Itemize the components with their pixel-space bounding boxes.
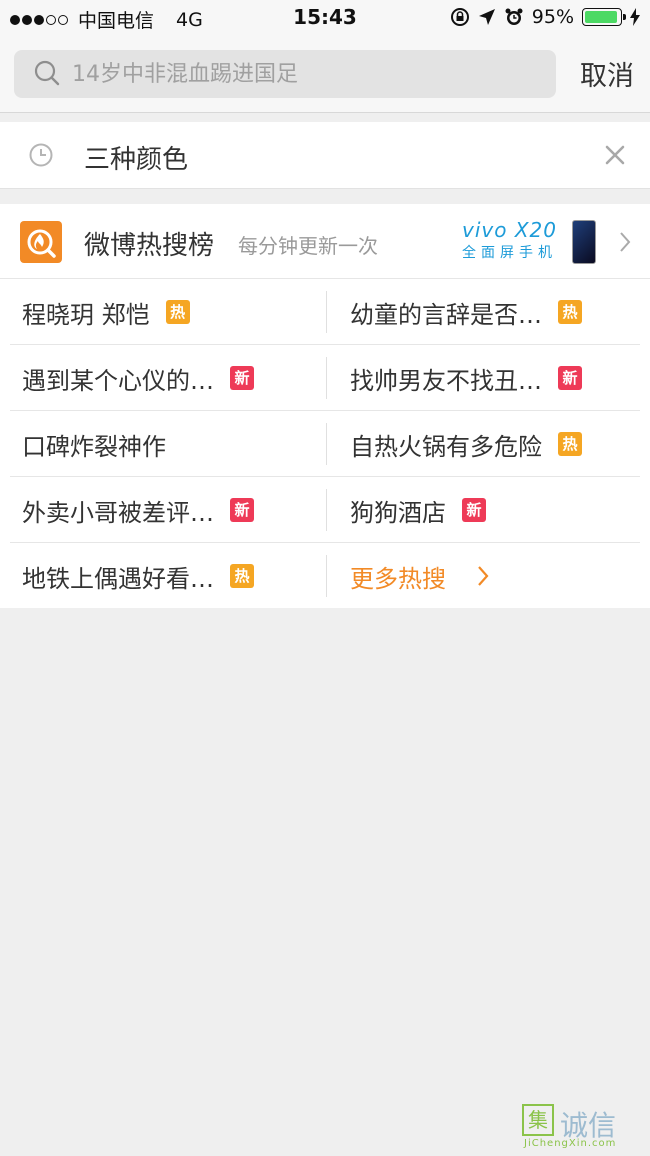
chevron-right-icon: [478, 566, 489, 586]
hot-search-logo-icon: [20, 221, 62, 263]
history-item[interactable]: 三种颜色: [0, 122, 650, 189]
close-icon[interactable]: [604, 144, 626, 166]
hot-row: 程晓玥 郑恺 热 幼童的言辞是否… 热: [0, 279, 650, 345]
battery-fill: [585, 11, 618, 23]
status-right: 95%: [450, 6, 640, 28]
battery-percent: 95%: [531, 6, 574, 28]
rotation-lock-icon: [450, 8, 469, 26]
hot-item-text: 狗狗酒店: [350, 498, 446, 527]
hot-badge: 热: [558, 432, 582, 456]
hot-search-panel: 微博热搜榜 每分钟更新一次 vivo X20 全面屏手机 程晓玥 郑恺 热 幼童…: [0, 204, 650, 608]
hot-search-title: 微博热搜榜: [84, 231, 215, 261]
charging-icon: [630, 8, 640, 26]
hot-row: 地铁上偶遇好看… 热 更多热搜: [0, 543, 650, 609]
more-hot-search-link[interactable]: 更多热搜: [350, 543, 490, 609]
watermark-logo-icon: 集: [522, 1104, 554, 1136]
hot-row: 口碑炸裂神作 自热火锅有多危险 热: [0, 411, 650, 477]
hot-item-text: 口碑炸裂神作: [22, 432, 166, 461]
history-item-text: 三种颜色: [84, 145, 189, 175]
hot-badge: 热: [230, 564, 254, 588]
new-badge: 新: [230, 366, 254, 390]
watermark-url: JiChengXin.com: [524, 1138, 617, 1149]
hot-item-text: 幼童的言辞是否…: [350, 300, 542, 329]
more-hot-search-label: 更多热搜: [350, 564, 446, 593]
clock-icon: [29, 143, 53, 167]
hot-item-text: 地铁上偶遇好看…: [22, 564, 214, 593]
hot-item-text: 外卖小哥被差评…: [22, 498, 214, 527]
hot-item-text: 遇到某个心仪的…: [22, 366, 214, 395]
hot-item[interactable]: 找帅男友不找丑… 新: [350, 345, 582, 411]
hot-item[interactable]: 自热火锅有多危险 热: [350, 411, 582, 477]
hot-item[interactable]: 外卖小哥被差评… 新: [22, 477, 254, 543]
hot-item[interactable]: 遇到某个心仪的… 新: [22, 345, 254, 411]
hot-search-header[interactable]: 微博热搜榜 每分钟更新一次 vivo X20 全面屏手机: [0, 204, 650, 279]
search-box[interactable]: [14, 50, 556, 98]
hot-item[interactable]: 程晓玥 郑恺 热: [22, 279, 190, 345]
hot-item-text: 找帅男友不找丑…: [350, 366, 542, 395]
cancel-button[interactable]: 取消: [580, 54, 634, 93]
hot-row: 外卖小哥被差评… 新 狗狗酒店 新: [0, 477, 650, 543]
ad-phone-image: [572, 220, 596, 264]
hot-item-text: 自热火锅有多危险: [350, 432, 542, 461]
watermark: 集 诚信 JiChengXin.com: [522, 1104, 640, 1150]
new-badge: 新: [558, 366, 582, 390]
ad-tagline: 全面屏手机: [462, 245, 557, 261]
chevron-right-icon[interactable]: [618, 231, 632, 253]
ad-brand: vivo X20: [462, 218, 557, 242]
hot-badge: 热: [165, 300, 190, 324]
hot-item[interactable]: 幼童的言辞是否… 热: [350, 279, 582, 345]
status-bar: 中国电信 4G 15:43 95%: [0, 0, 650, 36]
vivo-ad-banner[interactable]: vivo X20 全面屏手机: [460, 218, 600, 266]
new-badge: 新: [230, 498, 254, 522]
battery-icon: [582, 8, 626, 26]
alarm-icon: [505, 8, 523, 25]
hot-item[interactable]: 狗狗酒店 新: [350, 477, 486, 543]
hot-search-list: 程晓玥 郑恺 热 幼童的言辞是否… 热 遇到某个心仪的… 新 找帅男友不找丑… …: [0, 279, 650, 609]
search-icon: [34, 60, 60, 86]
location-icon: [478, 9, 495, 25]
hot-item[interactable]: 口碑炸裂神作: [22, 411, 166, 477]
search-input[interactable]: [70, 60, 534, 88]
hot-item-text: 程晓玥 郑恺: [22, 300, 150, 329]
search-header: 取消: [0, 36, 650, 113]
new-badge: 新: [462, 498, 486, 522]
hot-item[interactable]: 地铁上偶遇好看… 热: [22, 543, 254, 609]
hot-search-subtitle: 每分钟更新一次: [238, 234, 378, 258]
hot-badge: 热: [558, 300, 582, 324]
hot-row: 遇到某个心仪的… 新 找帅男友不找丑… 新: [0, 345, 650, 411]
